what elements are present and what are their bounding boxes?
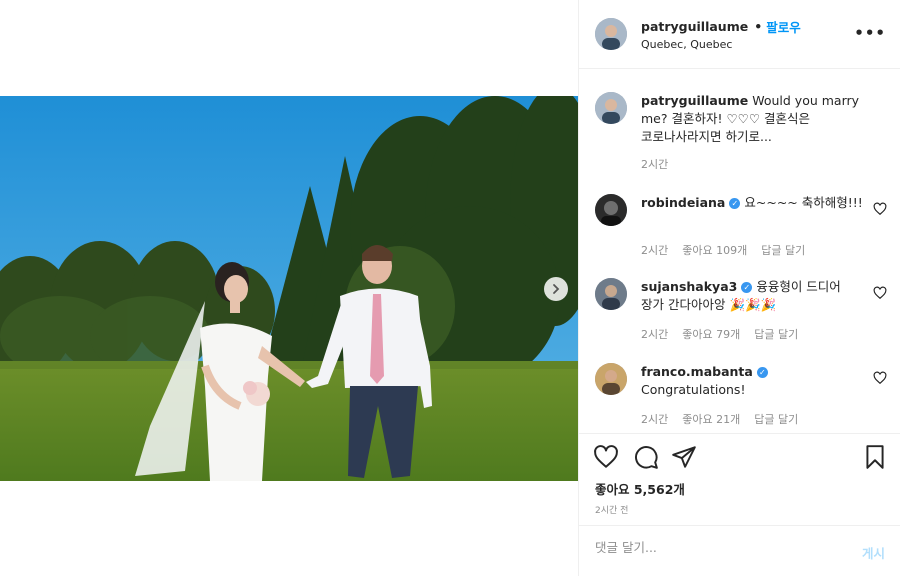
send-icon[interactable]: [671, 444, 697, 470]
heart-icon[interactable]: [593, 444, 619, 470]
bookmark-icon[interactable]: [862, 444, 888, 470]
avatar-image: [595, 92, 627, 124]
chevron-right-icon: [553, 284, 560, 294]
avatar-image: [595, 18, 627, 50]
separator-dot: •: [754, 19, 763, 34]
comment-likes[interactable]: 좋아요 21개: [682, 411, 740, 427]
posted-time[interactable]: 2시간 전: [595, 503, 628, 516]
verified-badge-icon: ✓: [729, 198, 741, 209]
avatar-image: [595, 363, 627, 395]
comments-list[interactable]: patryguillaume Would you marry me? 결혼하자! …: [579, 70, 900, 433]
follow-button[interactable]: 팔로우: [766, 17, 801, 36]
post-header: patryguillaume • 팔로우 Quebec, Quebec •••: [579, 0, 900, 69]
reply-button[interactable]: 답글 달기: [761, 242, 805, 258]
author-avatar[interactable]: [595, 18, 627, 50]
comment-avatar[interactable]: [595, 363, 627, 395]
reply-button[interactable]: 답글 달기: [754, 326, 798, 342]
like-comment-heart-icon[interactable]: [873, 286, 887, 300]
wedding-photo: [0, 96, 578, 481]
post-actions: 좋아요 5,562개 2시간 전: [579, 433, 900, 525]
comment-text: 요~~~~ 축하해형!!!: [744, 195, 863, 210]
avatar-image: [595, 278, 627, 310]
comment-avatar[interactable]: [595, 194, 627, 226]
caption-avatar[interactable]: [595, 92, 627, 124]
author-username[interactable]: patryguillaume: [641, 19, 748, 34]
caption-time[interactable]: 2시간: [641, 156, 668, 172]
comment-likes[interactable]: 좋아요 109개: [682, 242, 747, 258]
avatar-image: [595, 194, 627, 226]
post-photo[interactable]: [0, 96, 578, 481]
comment-input[interactable]: [595, 540, 835, 555]
verified-badge-icon: ✓: [756, 367, 768, 378]
reply-button[interactable]: 답글 달기: [754, 411, 798, 427]
comment-time[interactable]: 2시간: [641, 242, 668, 258]
caption-username[interactable]: patryguillaume: [641, 93, 748, 108]
comment-username[interactable]: franco.mabanta: [641, 364, 753, 379]
media-pane: [0, 0, 578, 576]
comment-likes[interactable]: 좋아요 79개: [682, 326, 740, 342]
comment-avatar[interactable]: [595, 278, 627, 310]
comment-text: Congratulations!: [641, 382, 746, 397]
comment-username[interactable]: robindeiana: [641, 195, 725, 210]
comment-time[interactable]: 2시간: [641, 411, 668, 427]
comment-time[interactable]: 2시간: [641, 326, 668, 342]
verified-badge-icon: ✓: [741, 282, 753, 293]
like-comment-heart-icon[interactable]: [873, 202, 887, 216]
post-comment-button[interactable]: 게시: [862, 543, 885, 562]
like-comment-heart-icon[interactable]: [873, 371, 887, 385]
post-sidebar: patryguillaume • 팔로우 Quebec, Quebec ••• …: [578, 0, 900, 576]
next-photo-button[interactable]: [544, 277, 568, 301]
comment-composer: 게시: [579, 525, 900, 576]
likes-count[interactable]: 좋아요 5,562개: [595, 479, 685, 498]
comment-icon[interactable]: [633, 444, 659, 470]
comment-username[interactable]: sujanshakya3: [641, 279, 737, 294]
post-location[interactable]: Quebec, Quebec: [641, 38, 732, 51]
more-options-icon[interactable]: •••: [854, 24, 886, 42]
